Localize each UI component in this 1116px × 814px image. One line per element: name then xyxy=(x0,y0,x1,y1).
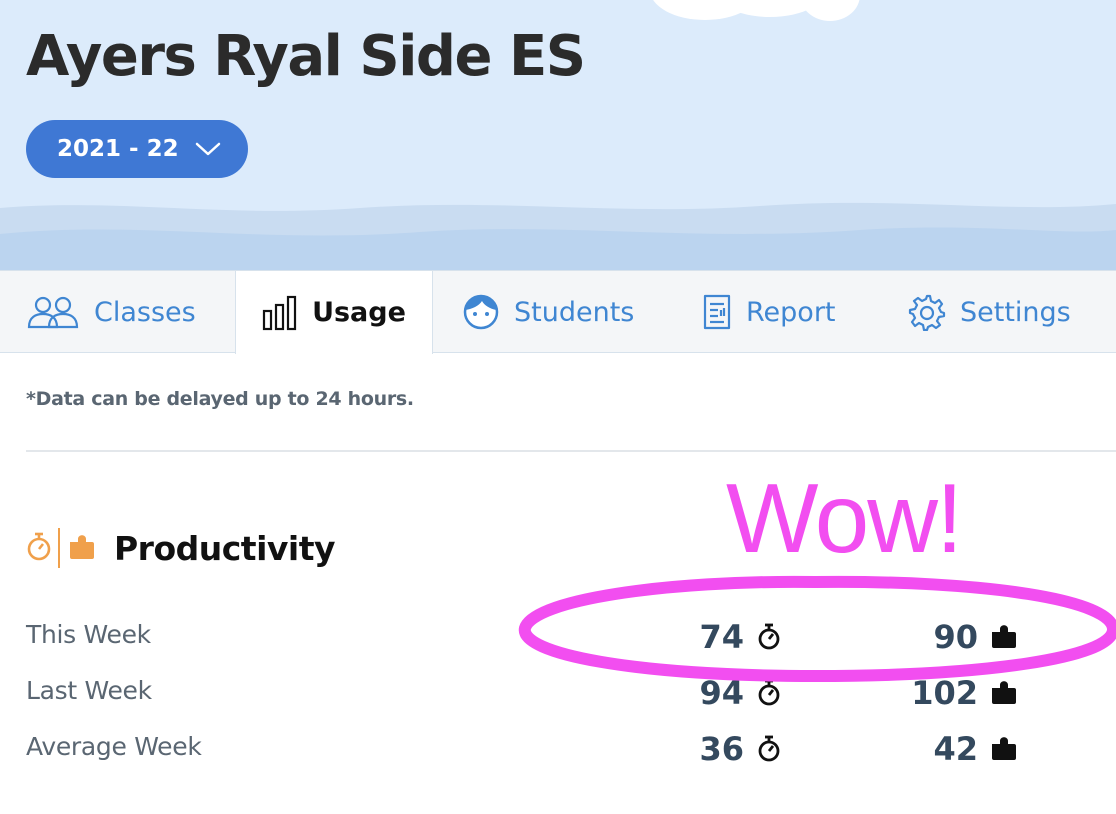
productivity-header: Productivity xyxy=(26,526,336,570)
tab-bar: Classes Usage Students Report Settings xyxy=(0,270,1116,354)
row-label: This Week xyxy=(26,620,151,649)
puzzles-value: 42 xyxy=(933,730,978,768)
gear-icon xyxy=(908,293,946,331)
wave-decoration xyxy=(0,202,1116,270)
row-label: Last Week xyxy=(26,676,152,705)
cloud-decoration xyxy=(653,0,860,21)
tab-usage-label: Usage xyxy=(312,297,406,328)
year-select-dropdown[interactable]: 2021 - 22 xyxy=(26,120,248,178)
tab-classes-label: Classes xyxy=(94,296,196,328)
minutes-value: 36 xyxy=(699,730,744,768)
year-select-value: 2021 - 22 xyxy=(57,136,179,162)
tab-report[interactable]: Report xyxy=(702,271,836,353)
divider xyxy=(26,450,1116,452)
tab-students[interactable]: Students xyxy=(462,271,634,353)
tab-usage[interactable]: Usage xyxy=(235,271,433,354)
school-header: Ayers Ryal Side ES 2021 - 22 xyxy=(0,0,1116,270)
puzzle-icon xyxy=(990,734,1018,767)
tab-report-label: Report xyxy=(746,296,836,328)
tab-classes[interactable]: Classes xyxy=(26,271,196,353)
tab-settings[interactable]: Settings xyxy=(908,271,1071,353)
tab-students-label: Students xyxy=(514,296,635,328)
annotation-ellipse xyxy=(518,575,1116,683)
stopwatch-icon xyxy=(26,531,52,566)
productivity-separator xyxy=(58,528,60,568)
annotation-wow-text: Wow! xyxy=(726,463,963,573)
stopwatch-icon xyxy=(756,734,782,767)
puzzle-icon xyxy=(68,531,96,566)
productivity-title: Productivity xyxy=(114,528,336,568)
report-icon xyxy=(702,294,732,330)
chevron-down-icon xyxy=(195,142,220,156)
users-icon xyxy=(26,295,80,329)
productivity-row-average-week: Average Week 36 42 xyxy=(0,724,1116,774)
row-label: Average Week xyxy=(26,732,202,761)
school-title: Ayers Ryal Side ES xyxy=(26,24,586,89)
data-delay-note: *Data can be delayed up to 24 hours. xyxy=(26,388,414,410)
student-face-icon xyxy=(462,293,500,331)
bar-chart-icon xyxy=(262,295,298,331)
tab-settings-label: Settings xyxy=(960,296,1071,328)
